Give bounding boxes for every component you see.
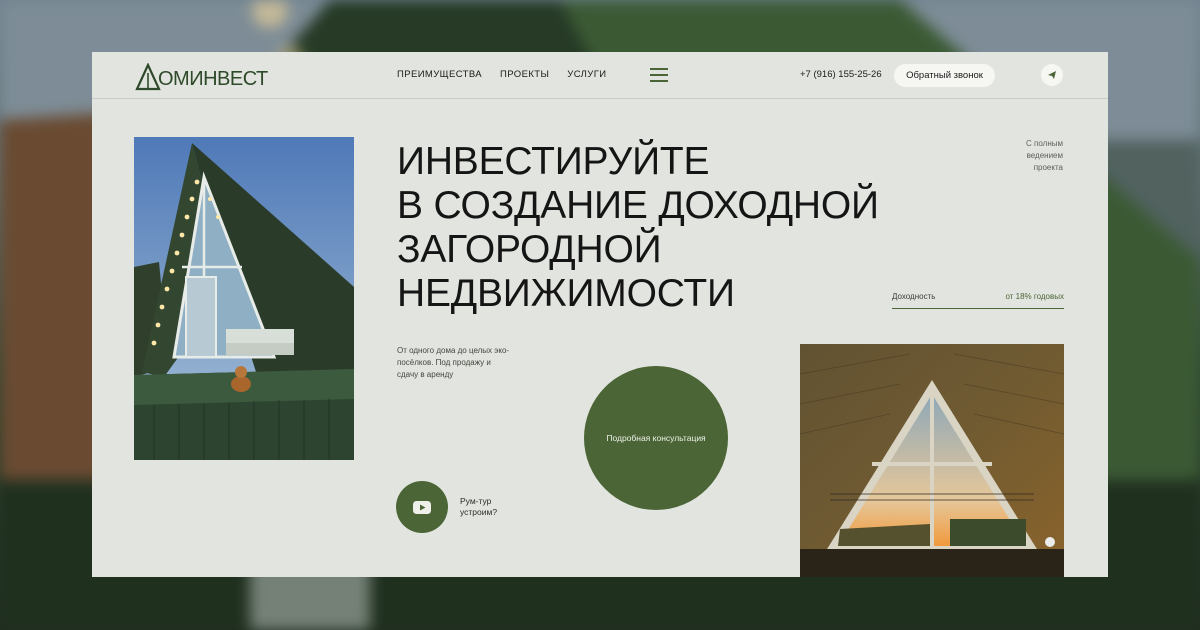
aframe-interior-photo bbox=[800, 344, 1064, 577]
logo-text: ОМИНВЕСТ bbox=[158, 68, 268, 90]
logo[interactable]: ОМИНВЕСТ bbox=[134, 61, 268, 91]
landing-page-card: ОМИНВЕСТ ПРЕИМУЩЕСТВА ПРОЕКТЫ УСЛУГИ +7 … bbox=[92, 52, 1108, 577]
nav-item-advantages[interactable]: ПРЕИМУЩЕСТВА bbox=[397, 69, 482, 80]
yield-row: Доходность от 18% годовых bbox=[892, 292, 1064, 309]
headline-line-2: В СОЗДАНИЕ ДОХОДНОЙ bbox=[397, 184, 879, 227]
side-note: С полным ведением проекта bbox=[1026, 139, 1063, 172]
headline-line-1: ИНВЕСТИРУЙТЕ bbox=[397, 140, 710, 183]
headline-line-4: НЕДВИЖИМОСТИ bbox=[397, 272, 735, 315]
consultation-button[interactable]: Подробная консультация bbox=[584, 366, 728, 510]
nav-item-projects[interactable]: ПРОЕКТЫ bbox=[500, 69, 549, 80]
yield-label: Доходность bbox=[892, 292, 936, 301]
hero-description: От одного дома до целых эко-посёлков. По… bbox=[397, 346, 510, 379]
main-nav: ПРЕИМУЩЕСТВА ПРОЕКТЫ УСЛУГИ bbox=[397, 69, 607, 80]
hamburger-menu-icon[interactable] bbox=[650, 68, 668, 82]
room-tour-button[interactable] bbox=[396, 481, 448, 533]
telegram-button[interactable] bbox=[1041, 64, 1063, 86]
telegram-icon bbox=[1048, 71, 1056, 79]
hero-headline: ИНВЕСТИРУЙТЕ В СОЗДАНИЕ ДОХОДНОЙ ЗАГОРОД… bbox=[397, 140, 957, 316]
nav-item-services[interactable]: УСЛУГИ bbox=[567, 69, 606, 80]
callback-button[interactable]: Обратный звонок bbox=[894, 64, 995, 87]
phone-number[interactable]: +7 (916) 155-25-26 bbox=[800, 69, 882, 80]
yield-value: от 18% годовых bbox=[1005, 292, 1064, 301]
site-header: ОМИНВЕСТ ПРЕИМУЩЕСТВА ПРОЕКТЫ УСЛУГИ +7 … bbox=[92, 52, 1108, 99]
headline-line-3: ЗАГОРОДНОЙ bbox=[397, 228, 662, 271]
room-tour-label: Рум-тур устроим? bbox=[460, 496, 498, 517]
youtube-icon bbox=[413, 500, 431, 514]
aframe-exterior-photo bbox=[134, 137, 354, 460]
